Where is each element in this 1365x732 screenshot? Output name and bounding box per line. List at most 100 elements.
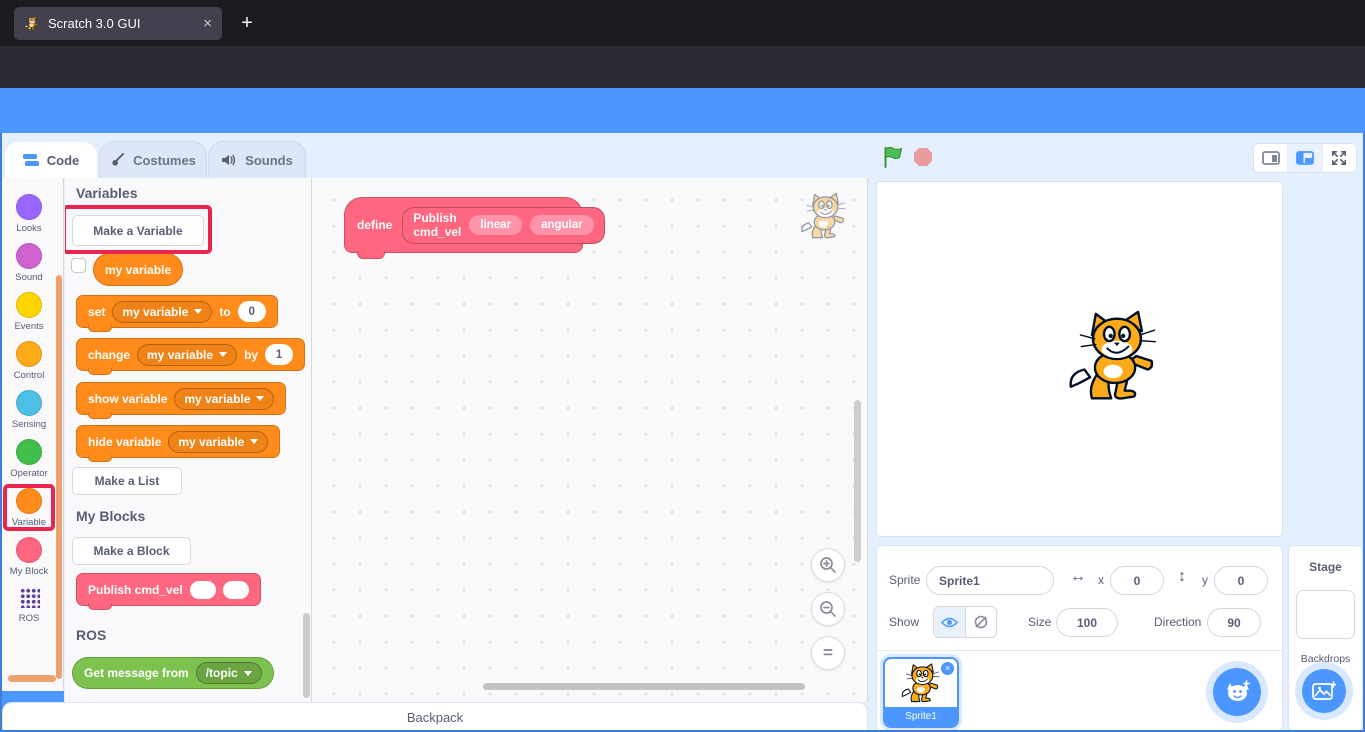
zoom-out-button[interactable]: [811, 592, 845, 626]
eye-hidden-icon: [973, 614, 989, 630]
new-tab-button[interactable]: +: [234, 10, 260, 36]
my-variable-reporter-block[interactable]: my variable: [93, 253, 183, 286]
variable-name-label: my variable: [122, 305, 188, 319]
argument-linear[interactable]: linear: [469, 215, 522, 235]
stage-size-controls: [1253, 143, 1357, 173]
category-control[interactable]: Control: [0, 341, 58, 381]
browser-tab-title: Scratch 3.0 GUI: [48, 16, 195, 31]
stage-selector-panel[interactable]: Stage Backdrops: [1288, 545, 1363, 732]
chevron-down-icon: [244, 671, 252, 676]
stop-button[interactable]: [913, 147, 933, 172]
visibility-toggle: [933, 606, 997, 638]
value-input[interactable]: 0: [238, 301, 266, 322]
category-ros[interactable]: ROS: [0, 584, 58, 624]
block-category-list: Looks Sound Events Control Sensing Opera…: [0, 178, 64, 702]
variable-dropdown[interactable]: my variable: [168, 431, 268, 453]
make-block-button[interactable]: Make a Block: [72, 537, 191, 565]
category-sound[interactable]: Sound: [0, 243, 58, 283]
tab-costumes[interactable]: Costumes: [99, 141, 207, 178]
x-position-input[interactable]: [1110, 566, 1164, 595]
workspace-scrollbar-horizontal[interactable]: [483, 683, 805, 690]
delete-sprite-badge[interactable]: ×: [940, 661, 955, 676]
category-scrollbar-vertical[interactable]: [56, 275, 62, 679]
publish-cmd-vel-block[interactable]: Publish cmd_vel: [76, 573, 261, 606]
sprite-name-input[interactable]: [926, 566, 1054, 595]
to-label: to: [219, 305, 230, 319]
tab-sounds[interactable]: Sounds: [208, 141, 306, 178]
workspace-scrollbar-vertical[interactable]: [854, 400, 861, 562]
direction-input[interactable]: [1207, 608, 1261, 637]
get-message-label: Get message from: [84, 666, 189, 680]
argument-input[interactable]: [223, 581, 249, 599]
backpack-bar[interactable]: Backpack: [2, 702, 868, 732]
category-sensing[interactable]: Sensing: [0, 390, 58, 430]
window-edge-left: [0, 133, 2, 732]
variable-monitor-checkbox[interactable]: [71, 258, 86, 273]
green-flag-button[interactable]: [883, 146, 904, 173]
tab-sounds-label: Sounds: [245, 153, 293, 168]
category-my-block[interactable]: My Block: [0, 537, 58, 577]
category-scrollbar-horizontal[interactable]: [8, 675, 56, 682]
category-color-dot: [16, 243, 42, 269]
sprite-thumbnail-sprite1[interactable]: Sprite1 ×: [883, 657, 959, 728]
x-position-icon: ↔: [1070, 568, 1086, 586]
show-sprite-button[interactable]: [934, 607, 966, 637]
browser-tab-bar: Scratch 3.0 GUI × +: [0, 0, 1365, 46]
make-variable-button[interactable]: Make a Variable: [72, 215, 204, 246]
large-stage-icon: [1296, 151, 1314, 165]
change-variable-block[interactable]: change my variable by 1: [76, 338, 305, 371]
large-stage-button[interactable]: [1288, 144, 1322, 172]
variables-heading: Variables: [76, 185, 138, 201]
get-message-block[interactable]: Get message from /topic: [72, 657, 274, 689]
sprite-panel: Sprite ↔ x ↕ y Show Size: [876, 545, 1283, 732]
add-backdrop-button[interactable]: [1302, 669, 1346, 713]
category-color-dot: [16, 292, 42, 318]
browser-tab[interactable]: Scratch 3.0 GUI ×: [14, 7, 222, 40]
zoom-in-button[interactable]: [811, 548, 845, 582]
variable-name-label: my variable: [105, 263, 171, 277]
prototype-block: Publish cmd_vel linear angular: [402, 207, 604, 244]
make-list-button[interactable]: Make a List: [72, 467, 182, 495]
variable-dropdown[interactable]: my variable: [174, 388, 274, 410]
small-stage-button[interactable]: [1254, 144, 1288, 172]
hide-sprite-button[interactable]: [966, 607, 997, 637]
y-position-input[interactable]: [1214, 566, 1268, 595]
topic-dropdown[interactable]: /topic: [196, 662, 262, 684]
small-stage-icon: [1262, 151, 1280, 165]
code-workspace[interactable]: define Publish cmd_vel linear angular =: [312, 178, 868, 702]
variable-dropdown[interactable]: my variable: [137, 344, 237, 366]
category-looks[interactable]: Looks: [0, 194, 58, 234]
define-hat-block[interactable]: define Publish cmd_vel linear angular: [344, 197, 583, 253]
set-variable-block[interactable]: set my variable to 0: [76, 295, 278, 328]
tab-code[interactable]: Code: [4, 141, 98, 178]
tab-close-icon[interactable]: ×: [203, 15, 212, 32]
define-label: define: [357, 218, 392, 232]
size-input[interactable]: [1056, 608, 1118, 637]
chevron-down-icon: [219, 352, 227, 357]
add-sprite-button[interactable]: [1213, 668, 1261, 716]
eye-visible-icon: [941, 616, 958, 629]
ros-dots-icon: [19, 587, 40, 608]
show-label: Show: [889, 615, 919, 629]
stage-sprite-cat[interactable]: [1063, 310, 1169, 406]
value-input[interactable]: 1: [265, 344, 293, 365]
category-operator[interactable]: Operator: [0, 439, 58, 479]
backdrop-thumbnail[interactable]: [1296, 590, 1355, 639]
argument-input[interactable]: [190, 581, 216, 599]
variable-dropdown[interactable]: my variable: [112, 301, 212, 323]
show-variable-block[interactable]: show variable my variable: [76, 382, 286, 415]
hide-variable-block[interactable]: hide variable my variable: [76, 425, 280, 458]
fullscreen-button[interactable]: [1323, 144, 1356, 172]
stage[interactable]: [876, 181, 1283, 537]
code-blocks-icon: [23, 153, 39, 167]
argument-angular[interactable]: angular: [530, 215, 594, 235]
category-events[interactable]: Events: [0, 292, 58, 332]
stop-sign-icon: [913, 147, 933, 167]
show-variable-label: show variable: [88, 392, 167, 406]
chevron-down-icon: [256, 396, 264, 401]
palette-scrollbar[interactable]: [303, 613, 310, 698]
tab-code-label: Code: [47, 153, 80, 168]
category-variable[interactable]: Variable: [0, 488, 58, 528]
zoom-reset-button[interactable]: =: [811, 636, 845, 670]
category-color-dot: [16, 439, 42, 465]
